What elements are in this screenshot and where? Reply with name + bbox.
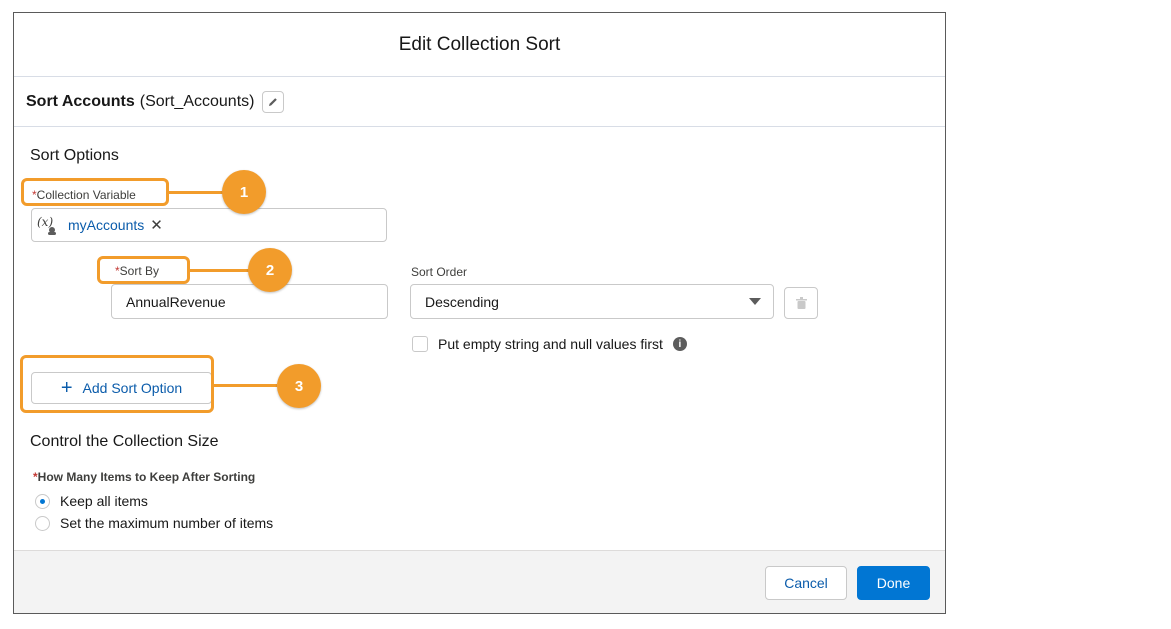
- nulls-first-checkbox[interactable]: [412, 336, 428, 352]
- modal-header: Edit Collection Sort: [14, 13, 945, 77]
- radio-button-selected[interactable]: [35, 493, 50, 509]
- callout-line-3: [214, 384, 277, 387]
- callout-badge-1: 1: [222, 170, 266, 214]
- callout-badge-3: 3: [277, 364, 321, 408]
- radio-set-maximum[interactable]: Set the maximum number of items: [35, 515, 273, 531]
- cancel-button[interactable]: Cancel: [765, 566, 847, 600]
- collection-size-title: Control the Collection Size: [30, 433, 219, 450]
- callout-line-1: [169, 191, 223, 194]
- callout-box-2: [97, 256, 190, 284]
- sort-options-title: Sort Options: [30, 147, 119, 164]
- callout-box-1: [21, 178, 169, 206]
- how-many-items-label: *How Many Items to Keep After Sorting: [33, 470, 256, 484]
- sort-order-label: Sort Order: [411, 265, 468, 279]
- pencil-icon: [269, 98, 278, 106]
- edit-collection-sort-modal: Edit Collection Sort Sort Accounts (Sort…: [13, 12, 946, 614]
- info-icon[interactable]: i: [672, 337, 687, 351]
- callout-badge-2: 2: [248, 248, 292, 292]
- callout-box-3: [20, 355, 214, 413]
- radio-keep-all-items[interactable]: Keep all items: [35, 493, 148, 509]
- collection-variable-value: myAccounts: [68, 217, 145, 233]
- radio-button[interactable]: [35, 515, 50, 531]
- sort-by-field[interactable]: AnnualRevenue: [111, 284, 388, 319]
- collection-variable-field[interactable]: (x) myAccounts ✕: [31, 208, 387, 242]
- chevron-down-icon: [749, 297, 761, 305]
- callout-line-2: [190, 269, 249, 272]
- nulls-first-label: Put empty string and null values first: [438, 336, 663, 352]
- nulls-first-row: Put empty string and null values first i: [412, 336, 687, 352]
- element-api-name: (Sort_Accounts): [139, 93, 255, 110]
- done-button[interactable]: Done: [857, 566, 930, 600]
- element-name-bar: Sort Accounts (Sort_Accounts): [14, 78, 945, 127]
- trash-icon: [795, 297, 807, 309]
- modal-title: Edit Collection Sort: [398, 33, 561, 55]
- sort-order-value: Descending: [425, 293, 499, 310]
- svg-text:(x): (x): [37, 215, 53, 229]
- sort-by-value: AnnualRevenue: [126, 293, 226, 310]
- edit-name-button[interactable]: [262, 91, 285, 113]
- keep-all-items-label: Keep all items: [60, 493, 148, 509]
- modal-footer: Cancel Done: [14, 550, 945, 613]
- delete-sort-option-button[interactable]: [784, 287, 818, 319]
- remove-variable-icon[interactable]: ✕: [150, 216, 163, 234]
- set-maximum-label: Set the maximum number of items: [60, 515, 274, 531]
- variable-icon: (x): [37, 215, 56, 235]
- element-label: Sort Accounts: [26, 93, 135, 110]
- collection-variable-pill[interactable]: (x) myAccounts ✕: [32, 214, 163, 236]
- sort-order-select[interactable]: Descending: [410, 284, 774, 319]
